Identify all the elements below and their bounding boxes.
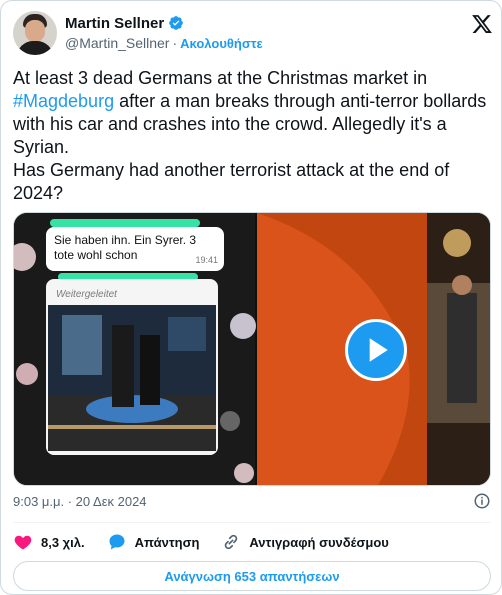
share-icon: [220, 411, 240, 431]
reply-bubble-icon: [109, 534, 125, 550]
x-logo-icon[interactable]: [471, 13, 493, 35]
author-block: Martin Sellner @Martin_Sellner · Ακολουθ…: [65, 13, 263, 53]
follow-button[interactable]: Ακολουθήστε: [180, 36, 263, 51]
link-icon: [225, 534, 238, 550]
video-left-frame: Sie haben ihn. Ein Syrer. 3 tote wohl sc…: [14, 213, 256, 485]
reply-label: Απάντηση: [134, 534, 200, 550]
divider: [13, 522, 491, 523]
action-bar: 8,3 χιλ. Απάντηση Αντιγραφή συνδέσμου: [13, 531, 491, 553]
like-button[interactable]: 8,3 χιλ.: [13, 532, 85, 552]
chat-message-time: 19:41: [195, 255, 218, 265]
read-replies-button[interactable]: Ανάγνωση 653 απαντήσεων: [13, 561, 491, 591]
copy-link-button[interactable]: Αντιγραφή συνδέσμου: [221, 532, 389, 552]
video-player[interactable]: Sie haben ihn. Ein Syrer. 3 tote wohl sc…: [13, 212, 491, 486]
like-count: 8,3 χιλ.: [41, 534, 85, 550]
handle-separator: ·: [172, 35, 178, 51]
hashtag-link[interactable]: #Magdeburg: [13, 91, 114, 111]
avatar[interactable]: [13, 11, 57, 55]
forwarded-message: Weitergeleitet: [46, 279, 218, 455]
forwarded-photo: [48, 305, 216, 451]
tweet-card: Martin Sellner @Martin_Sellner · Ακολουθ…: [0, 0, 502, 595]
verified-badge-icon: [169, 16, 184, 30]
tweet-header: Martin Sellner @Martin_Sellner · Ακολουθ…: [13, 11, 493, 57]
author-handle[interactable]: @Martin_Sellner: [65, 35, 169, 51]
author-display-name[interactable]: Martin Sellner: [65, 15, 164, 32]
tweet-text: At least 3 dead Germans at the Christmas…: [13, 67, 493, 205]
copy-link-label: Αντιγραφή συνδέσμου: [249, 534, 389, 550]
play-icon[interactable]: [345, 319, 407, 381]
timestamp[interactable]: 9:03 μ.μ. · 20 Δεκ 2024: [13, 494, 147, 509]
info-icon[interactable]: [473, 492, 491, 510]
heart-icon: [14, 535, 32, 550]
chat-message-text: Sie haben ihn. Ein Syrer. 3 tote wohl sc…: [54, 233, 197, 262]
reply-button[interactable]: Απάντηση: [107, 532, 200, 552]
tweet-text-part-1: At least 3 dead Germans at the Christmas…: [13, 68, 428, 88]
chat-message: Sie haben ihn. Ein Syrer. 3 tote wohl sc…: [46, 227, 224, 271]
tweet-meta: 9:03 μ.μ. · 20 Δεκ 2024: [13, 492, 491, 510]
forwarded-label: Weitergeleitet: [56, 289, 117, 300]
